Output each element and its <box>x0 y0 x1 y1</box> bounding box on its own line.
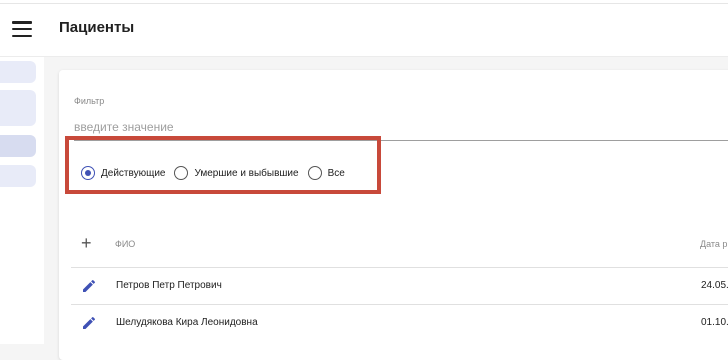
table-cell-name: Шелудякова Кира Леонидовна <box>116 317 258 328</box>
patients-card: Фильтр Действующие Умершие и выбывшие Вс… <box>59 70 728 360</box>
pencil-edit-icon[interactable] <box>81 278 97 294</box>
radio-label-dead-or-discharged: Умершие и выбывшие <box>194 167 299 179</box>
sidebar <box>0 57 44 344</box>
sidebar-item-2[interactable] <box>0 90 36 126</box>
radio-unchecked-icon <box>307 166 322 180</box>
sidebar-item-3[interactable] <box>0 135 36 157</box>
top-bar: Пациенты <box>0 0 728 57</box>
radio-label-all: Все <box>327 167 345 179</box>
radio-unchecked-icon <box>174 166 189 180</box>
table-cell-birthdate: 24.05. <box>701 280 728 291</box>
plus-icon[interactable]: + <box>81 234 92 252</box>
sidebar-item-4[interactable] <box>0 165 36 187</box>
filter-label: Фильтр <box>74 96 105 106</box>
highlight-box <box>65 136 381 194</box>
top-divider <box>0 3 728 4</box>
pencil-edit-icon[interactable] <box>81 315 97 331</box>
table-divider <box>71 267 728 268</box>
column-header-birthdate: Дата р <box>700 239 728 249</box>
hamburger-menu-icon[interactable] <box>12 21 32 37</box>
sidebar-item-1[interactable] <box>0 61 36 83</box>
page-title: Пациенты <box>59 19 135 36</box>
radio-checked-icon <box>81 166 95 180</box>
column-header-name: ФИО <box>115 239 136 249</box>
radio-dead-or-discharged[interactable]: Умершие и выбывшие <box>174 166 299 180</box>
status-radio-group: Действующие Умершие и выбывшие Все <box>81 166 354 180</box>
table-cell-name: Петров Петр Петрович <box>116 280 222 291</box>
table-row-divider <box>71 304 728 305</box>
radio-label-active: Действующие <box>101 167 166 179</box>
radio-active[interactable]: Действующие <box>81 166 165 180</box>
radio-all[interactable]: Все <box>307 166 345 180</box>
table-cell-birthdate: 01.10. <box>701 317 728 328</box>
